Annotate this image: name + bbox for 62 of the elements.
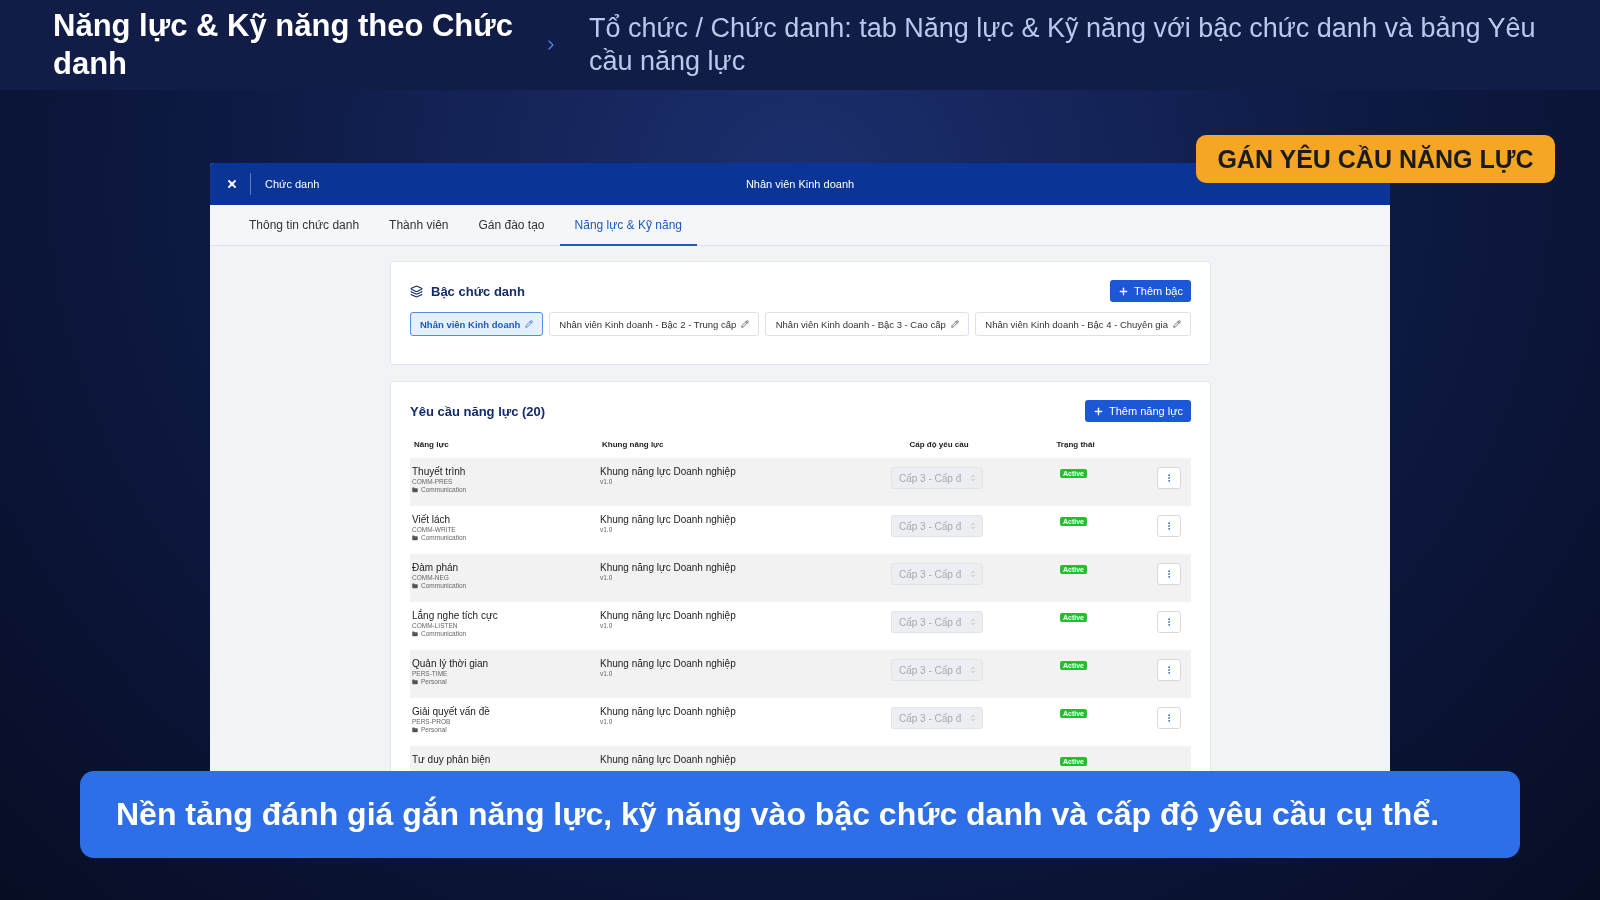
more-button[interactable] [1157, 707, 1181, 729]
folder-icon [412, 486, 418, 493]
slide-subtitle: Tổ chức / Chức danh: tab Năng lực & Kỹ năng với bậc chức danh và bảng Yêu cầu năng lực [588, 12, 1537, 78]
card-title: Yêu cầu năng lực (20) [410, 403, 546, 419]
pencil-icon[interactable] [525, 320, 534, 328]
tier-chip[interactable]: Nhân viên Kinh doanh - Bậc 4 - Chuyên gia [975, 312, 1191, 336]
tab[interactable]: Năng lực & Kỹ năng [559, 205, 697, 246]
sort-arrows-icon [969, 522, 977, 530]
breadcrumb: Chức danh [265, 178, 320, 190]
tab[interactable]: Gán đào tạo [463, 205, 560, 246]
more-button[interactable] [1157, 563, 1181, 585]
more-button[interactable] [1157, 611, 1181, 633]
pencil-icon[interactable] [950, 320, 959, 328]
tier-chip[interactable]: Nhân viên Kinh doanh [410, 312, 544, 336]
framework-name: Khung năng lực Doanh nghiệp [600, 754, 737, 765]
sort-arrows-icon [969, 570, 977, 578]
competency-name: Viết lách [412, 514, 452, 525]
column-header: Khung năng lực [602, 439, 664, 449]
framework-name: Khung năng lực Doanh nghiệp [600, 562, 737, 573]
competency-name: Giải quyết vấn đề [412, 706, 491, 717]
framework-name: Khung năng lực Doanh nghiệp [600, 466, 737, 477]
add-tier-button[interactable]: Thêm bậc [1110, 280, 1191, 302]
folder-icon [412, 678, 418, 685]
window-title: Nhân viên Kinh doanh [745, 178, 855, 190]
framework-name: Khung năng lực Doanh nghiệp [600, 610, 737, 621]
add-competency-button[interactable]: Thêm năng lực [1085, 400, 1191, 422]
plus-icon [1118, 285, 1130, 297]
competency-name: Đàm phán [412, 562, 460, 573]
folder-icon [412, 582, 418, 589]
framework-name: Khung năng lực Doanh nghiệp [600, 706, 737, 717]
folder-icon [412, 630, 418, 637]
sort-arrows-icon [969, 618, 977, 626]
competency-name: Lắng nghe tích cực [412, 610, 499, 621]
pencil-icon[interactable] [741, 320, 750, 328]
more-button[interactable] [1157, 659, 1181, 681]
tab[interactable]: Thành viên [374, 205, 464, 246]
competency-name: Thuyết trình [412, 466, 467, 477]
close-button[interactable] [226, 178, 238, 190]
folder-icon [412, 726, 418, 733]
layers-icon [410, 284, 423, 298]
sort-arrows-icon [969, 666, 977, 674]
card-title: Bậc chức danh [431, 283, 525, 299]
framework-name: Khung năng lực Doanh nghiệp [600, 514, 737, 525]
sort-arrows-icon [969, 714, 977, 722]
pencil-icon[interactable] [1173, 320, 1181, 328]
caption-banner: Nền tảng đánh giá gắn năng lực, kỹ năng vào bậc chức danh và cấp độ yêu cầu cụ thể. [80, 771, 1520, 858]
feature-badge: GÁN YÊU CẦU NĂNG LỰC [1196, 135, 1555, 183]
sort-arrows-icon [969, 474, 977, 482]
more-button[interactable] [1157, 467, 1181, 489]
column-header: Cấp độ yêu cầu [909, 439, 969, 449]
column-header: Năng lực [414, 439, 449, 449]
tab[interactable]: Thông tin chức danh [234, 205, 375, 246]
tier-chip[interactable]: Nhân viên Kinh doanh - Bậc 2 - Trung cấp [549, 312, 760, 336]
more-button[interactable] [1157, 515, 1181, 537]
folder-icon [412, 534, 418, 541]
tier-chip[interactable]: Nhân viên Kinh doanh - Bậc 3 - Cao cấp [765, 312, 970, 336]
plus-icon [1093, 405, 1104, 417]
framework-name: Khung năng lực Doanh nghiệp [600, 658, 737, 669]
competency-name: Quản lý thời gian [412, 658, 490, 669]
competency-name: Tư duy phản biện [412, 754, 492, 765]
slide-title: Năng lực & Kỹ năng theo Chức danh [53, 7, 514, 83]
column-header: Trạng thái [1056, 439, 1095, 449]
